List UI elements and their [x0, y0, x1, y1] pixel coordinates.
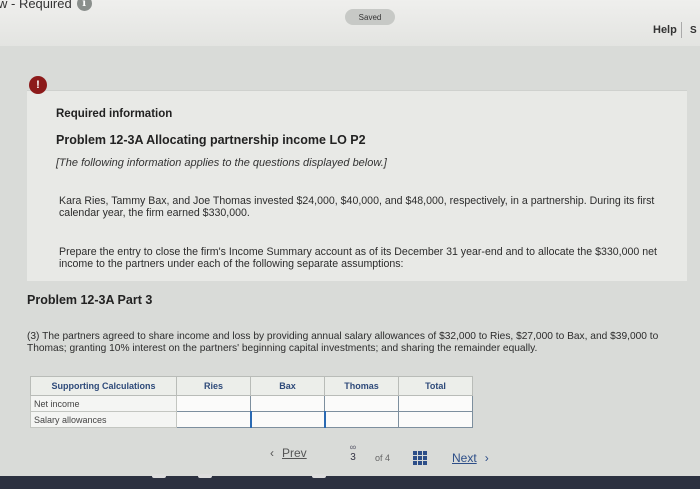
page-total: of 4	[375, 453, 391, 463]
breadcrumb-label: w - Required	[0, 0, 72, 11]
row-label: Salary allowances	[30, 411, 177, 428]
row-label: Net income	[30, 395, 177, 412]
info-note: [The following information applies to th…	[56, 157, 387, 169]
part-description: (3) The partners agreed to share income …	[27, 331, 659, 354]
problem-paragraph-2: Prepare the entry to close the firm's In…	[59, 246, 657, 270]
saved-status-badge: Saved	[345, 9, 395, 25]
required-info-label: Required information	[56, 108, 173, 120]
link-icon: ∞	[349, 442, 357, 452]
col-header-thomas: Thomas	[324, 376, 399, 396]
table-row: Net income	[30, 395, 473, 412]
page-indicator[interactable]: ∞ 3	[346, 442, 360, 463]
next-label: Next	[452, 451, 477, 465]
taskbar-item[interactable]	[152, 474, 166, 478]
taskbar-item[interactable]	[312, 474, 326, 478]
chevron-left-icon: ‹	[270, 446, 274, 460]
chevron-right-icon: ›	[484, 451, 489, 465]
pagination: ‹ Prev ∞ 3 of 4 Next ›	[0, 442, 700, 476]
divider	[681, 22, 682, 38]
supporting-calculations-table: Supporting Calculations Ries Bax Thomas …	[30, 376, 473, 428]
bax-net-income-input[interactable]	[250, 395, 325, 412]
problem-title: Problem 12-3A Allocating partnership inc…	[56, 133, 366, 147]
thomas-salary-input[interactable]	[323, 411, 399, 428]
prev-button[interactable]: ‹ Prev	[270, 446, 307, 460]
table-header-row: Supporting Calculations Ries Bax Thomas …	[30, 376, 473, 396]
col-header-supporting: Supporting Calculations	[30, 376, 177, 396]
total-salary-input[interactable]	[398, 411, 473, 428]
next-button[interactable]: Next ›	[452, 451, 489, 465]
thomas-net-income-input[interactable]	[324, 395, 399, 412]
save-link[interactable]: S	[690, 25, 697, 36]
help-link[interactable]: Help	[653, 24, 677, 36]
ries-salary-input[interactable]	[176, 411, 251, 428]
taskbar	[0, 474, 700, 489]
col-header-bax: Bax	[250, 376, 325, 396]
total-net-income-input[interactable]	[398, 395, 473, 412]
problem-paragraph-1: Kara Ries, Tammy Bax, and Joe Thomas inv…	[59, 195, 655, 219]
current-page: 3	[350, 452, 356, 463]
breadcrumb: w - Required i	[0, 0, 92, 11]
grid-icon[interactable]	[413, 451, 427, 465]
bax-salary-input[interactable]	[249, 411, 325, 428]
table-row: Salary allowances	[30, 411, 473, 428]
part-title: Problem 12-3A Part 3	[27, 293, 153, 307]
taskbar-item[interactable]	[198, 474, 212, 478]
prev-label: Prev	[282, 446, 307, 460]
info-icon[interactable]: i	[76, 0, 92, 11]
col-header-total: Total	[398, 376, 473, 396]
ries-net-income-input[interactable]	[176, 395, 251, 412]
alert-icon: !	[29, 76, 47, 94]
col-header-ries: Ries	[176, 376, 251, 396]
top-bar: w - Required i Saved Help S	[0, 0, 700, 46]
